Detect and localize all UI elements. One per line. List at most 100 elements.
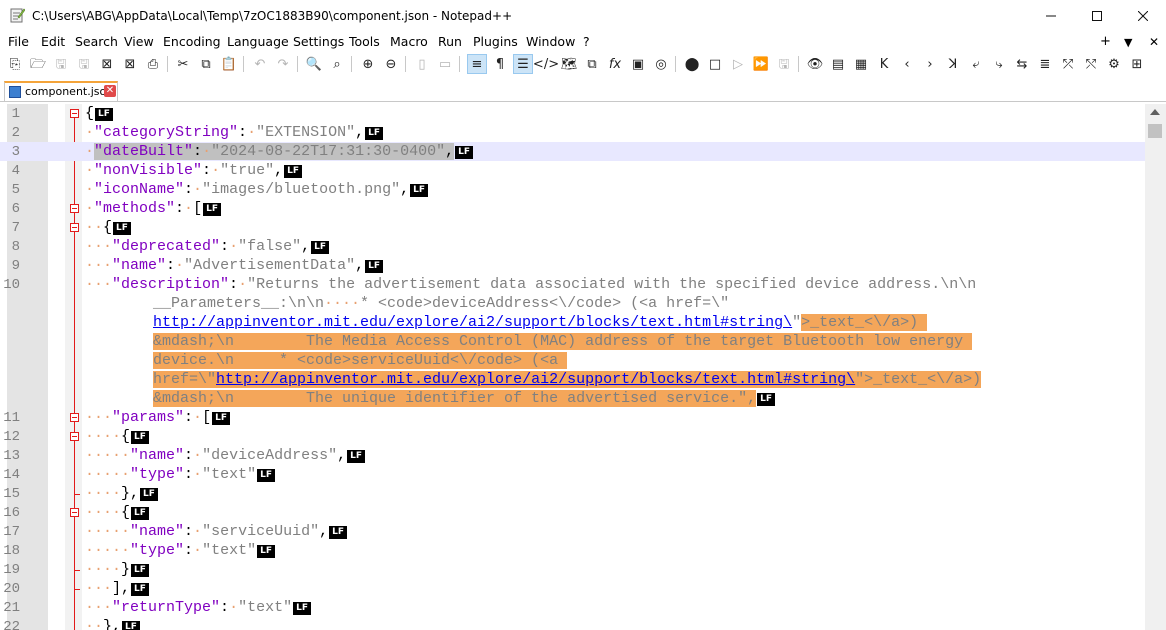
function-list-icon[interactable]: fx [606,55,624,73]
play-macro-icon[interactable]: ▷ [729,55,747,73]
first-icon[interactable]: K [875,55,893,73]
plugin-icon-10[interactable]: ⚙ [1105,55,1123,73]
print-icon[interactable]: ⎙ [144,55,162,73]
menu-bar: File Edit Search View Encoding Language … [0,32,1166,52]
code-line: 19 ····} LF [0,560,1145,579]
editor[interactable]: 1 {LF 2 ·"categoryString":·"EXTENSION", L… [0,104,1166,630]
folder-workspace-icon[interactable]: ▣ [629,55,647,73]
last-icon[interactable]: ꓘ [944,55,962,73]
close-file-icon[interactable]: ⊠ [98,55,116,73]
menu-plugins[interactable]: Plugins [473,34,518,49]
plugin-icon-1[interactable]: 👁 [806,55,824,73]
save-icon[interactable]: 🖫 [52,55,70,73]
code-line: 10 ···"description":·"Returns the advert… [3,276,977,293]
plugin-icon-3[interactable]: ▦ [852,55,870,73]
tab-component-json[interactable]: component.json ✕ [4,81,118,101]
menu-edit[interactable]: Edit [41,34,65,49]
document-list-icon[interactable]: ⧉ [583,55,601,73]
title-bar: C:\Users\ABG\AppData\Local\Temp\7zOC1883… [0,0,1166,32]
menu-language[interactable]: Language [227,34,289,49]
code-line: 9 ···"name":·"AdvertisementData", LF [0,256,1145,275]
code-line-current: 3 ·"dateBuilt":·"2024-08-22T17:31:30-040… [0,142,1145,161]
maximize-button[interactable] [1074,0,1120,32]
sync-horizontal-icon[interactable]: ▭ [436,55,454,73]
record-macro-icon[interactable]: ⬤ [683,55,701,73]
code-area[interactable]: 1 {LF 2 ·"categoryString":·"EXTENSION", L… [0,104,1145,630]
replace-icon[interactable]: ⌕ [328,55,346,73]
code-line: 15 ····}, LF [0,484,1145,503]
code-line-wrap: &mdash;\n The Media Access Control (MAC)… [153,333,973,350]
stop-macro-icon[interactable]: □ [706,55,724,73]
menu-file[interactable]: File [8,34,29,49]
sync-vertical-icon[interactable]: ▯ [413,55,431,73]
scroll-up-arrow-icon[interactable] [1150,109,1160,115]
save-all-icon[interactable]: 🖫 [75,55,93,73]
minimize-button[interactable] [1028,0,1074,32]
file-saved-icon [9,86,21,98]
code-line: 7 ··{LF [0,218,1145,237]
plugin-icon-11[interactable]: ⊞ [1128,55,1146,73]
previous-icon[interactable]: ‹ [898,55,916,73]
close-icon [1138,11,1148,21]
menu-view[interactable]: View [124,34,154,49]
plugin-icon-6[interactable]: ⇆ [1013,55,1031,73]
plugin-icon-9[interactable]: ⤲ [1082,55,1100,73]
code-line: 2 ·"categoryString":·"EXTENSION", LF [0,123,1145,142]
new-tab-button[interactable]: + [1100,34,1111,49]
code-line-wrap: &mdash;\n The unique identifier of the a… [0,389,1145,408]
minimize-icon [1046,15,1056,17]
run-macro-multiple-icon[interactable]: ⏩ [752,55,770,73]
plugin-icon-5[interactable]: ⤷ [990,55,1008,73]
menu-macro[interactable]: Macro [390,34,428,49]
maximize-icon [1092,11,1102,21]
menu-settings[interactable]: Settings [293,34,344,49]
copy-icon[interactable]: ⧉ [197,55,215,73]
close-all-icon[interactable]: ⊠ [121,55,139,73]
scrollbar-thumb[interactable] [1148,124,1162,138]
menu-search[interactable]: Search [75,34,118,49]
window-title: C:\Users\ABG\AppData\Local\Temp\7zOC1883… [32,9,513,23]
plugin-icon-8[interactable]: ⤱ [1059,55,1077,73]
code-line: 17 ·····"name":·"serviceUuid", LF [0,522,1145,541]
url-link[interactable]: http://appinventor.mit.edu/explore/ai2/s… [153,314,792,331]
xml-tag-icon[interactable]: </> [533,55,559,73]
monitoring-icon[interactable]: ◎ [652,55,670,73]
cut-icon[interactable]: ✂ [174,55,192,73]
word-wrap-icon[interactable]: ≡ [467,54,487,74]
next-icon[interactable]: › [921,55,939,73]
zoom-out-icon[interactable]: ⊖ [382,55,400,73]
undo-icon[interactable]: ↶ [251,55,269,73]
code-line: 20 ···], LF [0,579,1145,598]
toolbar: ⎘ 🗁 🖫 🖫 ⊠ ⊠ ⎙ ✂ ⧉ 📋 ↶ ↷ 🔍 ⌕ ⊕ ⊖ ▯ ▭ ≡ ¶ … [0,52,1166,76]
close-doc-button[interactable]: ✕ [1149,35,1159,49]
url-link[interactable]: http://appinventor.mit.edu/explore/ai2/s… [216,371,855,388]
code-line: 16 ····{LF [0,503,1145,522]
tab-list-dropdown[interactable]: ▼ [1124,36,1132,49]
code-line: 21 ···"returnType":·"text" LF [0,598,1145,617]
tab-label: component.json [25,85,114,98]
show-all-characters-icon[interactable]: ¶ [491,55,509,73]
indent-guide-icon[interactable]: ☰ [513,54,533,74]
open-file-icon[interactable]: 🗁 [29,55,47,73]
plugin-icon-4[interactable]: ⤶ [967,55,985,73]
paste-icon[interactable]: 📋 [220,55,238,73]
document-map-icon[interactable]: 🗺 [560,55,578,73]
save-macro-icon[interactable]: 🖫 [775,55,793,73]
vertical-scrollbar[interactable] [1145,104,1166,630]
code-line-wrap: http://appinventor.mit.edu/explore/ai2/s… [153,314,928,331]
menu-help[interactable]: ? [583,34,590,49]
zoom-in-icon[interactable]: ⊕ [359,55,377,73]
close-window-button[interactable] [1120,0,1166,32]
plugin-icon-2[interactable]: ▤ [829,55,847,73]
menu-encoding[interactable]: Encoding [163,34,221,49]
new-file-icon[interactable]: ⎘ [6,55,24,73]
menu-run[interactable]: Run [438,34,462,49]
plugin-icon-7[interactable]: ≣ [1036,55,1054,73]
code-line-wrap: href=\"http://appinventor.mit.edu/explor… [153,371,982,388]
find-icon[interactable]: 🔍 [305,55,323,73]
menu-window[interactable]: Window [526,34,575,49]
menu-tools[interactable]: Tools [349,34,380,49]
code-line-wrap: device.\n * <code>serviceUuid<\/code> (<… [153,352,568,369]
redo-icon[interactable]: ↷ [274,55,292,73]
tab-close-icon[interactable]: ✕ [104,85,116,97]
